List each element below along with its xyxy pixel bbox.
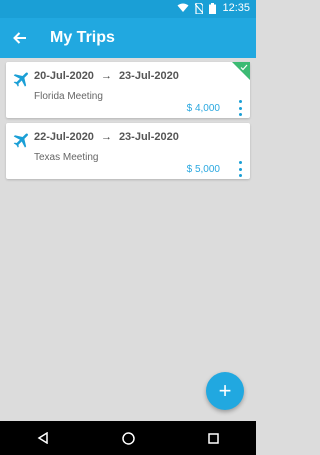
trip-list: 20-Jul-2020 → 23-Jul-2020 Florida Meetin… — [6, 62, 250, 184]
status-bar: 12:35 — [0, 0, 256, 18]
airplane-icon — [13, 72, 28, 87]
arrow-right-icon: → — [100, 70, 112, 82]
app-bar: My Trips — [0, 18, 256, 58]
end-date: 23-Jul-2020 — [118, 70, 179, 82]
more-options-icon[interactable] — [237, 161, 243, 177]
airplane-icon — [13, 133, 28, 148]
start-date: 22-Jul-2020 — [34, 131, 94, 143]
trip-card[interactable]: 20-Jul-2020 → 23-Jul-2020 Florida Meetin… — [6, 62, 250, 118]
trip-name: Florida Meeting — [34, 91, 103, 102]
page-title: My Trips — [50, 29, 115, 46]
start-date: 20-Jul-2020 — [34, 70, 94, 82]
trip-name: Texas Meeting — [34, 152, 99, 163]
no-sim-icon — [195, 2, 204, 14]
back-button[interactable] — [0, 18, 40, 58]
end-date: 23-Jul-2020 — [118, 131, 179, 143]
add-trip-button[interactable]: + — [206, 372, 244, 410]
arrow-left-icon — [13, 32, 26, 44]
more-options-icon[interactable] — [237, 100, 243, 116]
trip-amount: $ 4,000 — [186, 103, 220, 114]
home-nav-icon[interactable] — [122, 431, 135, 445]
system-nav-bar — [0, 421, 256, 455]
trip-card[interactable]: 22-Jul-2020 → 23-Jul-2020 Texas Meeting … — [6, 123, 250, 179]
recents-nav-icon[interactable] — [208, 432, 220, 444]
trip-dates: 22-Jul-2020 → 23-Jul-2020 — [34, 131, 179, 143]
battery-icon — [209, 2, 217, 14]
arrow-right-icon: → — [100, 131, 112, 143]
status-icons: 12:35 — [177, 2, 250, 14]
trip-amount: $ 5,000 — [186, 164, 220, 175]
trip-dates: 20-Jul-2020 → 23-Jul-2020 — [34, 70, 179, 82]
back-nav-icon[interactable] — [37, 432, 49, 444]
clock: 12:35 — [222, 2, 250, 14]
wifi-icon — [177, 3, 189, 12]
check-icon — [240, 64, 248, 71]
